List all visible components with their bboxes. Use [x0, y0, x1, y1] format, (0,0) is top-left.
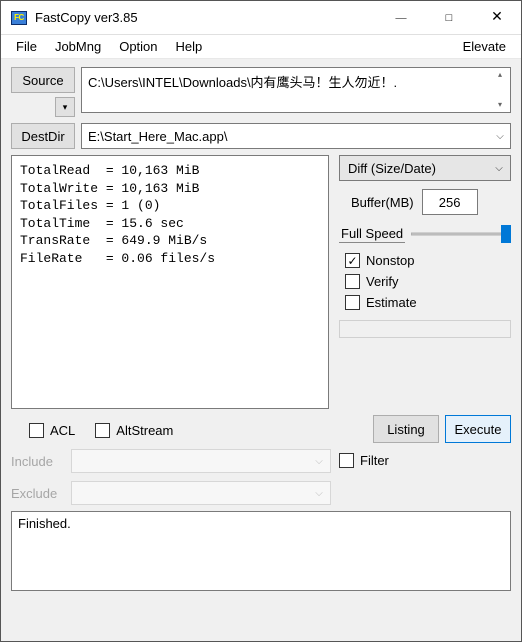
menubar: File JobMng Option Help Elevate: [1, 35, 521, 59]
window: FastCopy ver3.85 — □ ✕ File JobMng Optio…: [0, 0, 522, 642]
filter-checkbox[interactable]: Filter: [339, 453, 511, 468]
menu-option[interactable]: Option: [110, 37, 166, 56]
execute-button[interactable]: Execute: [445, 415, 511, 443]
chevron-down-icon: ⌵: [490, 131, 510, 142]
include-row: Include ⌵: [11, 449, 331, 473]
dest-combo[interactable]: E:\Start_Here_Mac.app\ ⌵: [81, 123, 511, 149]
checks-group: ✓Nonstop Verify Estimate: [339, 253, 511, 310]
speed-row: Full Speed: [339, 223, 511, 245]
filter-section: Include ⌵ Exclude ⌵ Filter: [11, 449, 511, 505]
options-panel: Diff (Size/Date) ⌵ Buffer(MB) 256 Full S…: [339, 155, 511, 409]
chevron-down-icon: ⌵: [308, 456, 330, 467]
mode-value: Diff (Size/Date): [340, 161, 488, 176]
maximize-button[interactable]: □: [425, 1, 473, 35]
mode-combo[interactable]: Diff (Size/Date) ⌵: [339, 155, 511, 181]
speed-label: Full Speed: [339, 225, 405, 243]
close-button[interactable]: ✕: [473, 1, 521, 35]
source-scroll[interactable]: ▴▾: [491, 69, 509, 111]
window-title: FastCopy ver3.85: [35, 10, 377, 25]
buffer-row: Buffer(MB) 256: [339, 189, 511, 215]
verify-checkbox[interactable]: Verify: [345, 274, 511, 289]
dest-row: DestDir E:\Start_Here_Mac.app\ ⌵: [11, 123, 511, 149]
source-row: Source ▾ C:\Users\INTEL\Downloads\内有鹰头马！…: [11, 67, 511, 117]
chevron-down-icon: ⌵: [488, 163, 510, 174]
progress-placeholder: [339, 320, 511, 338]
exclude-combo[interactable]: ⌵: [71, 481, 331, 505]
menu-file[interactable]: File: [7, 37, 46, 56]
menu-jobmng[interactable]: JobMng: [46, 37, 110, 56]
exclude-label: Exclude: [11, 486, 63, 501]
action-section: ACL AltStream Listing Execute: [11, 415, 511, 443]
stats-panel: TotalRead = 10,163 MiB TotalWrite = 10,1…: [11, 155, 329, 409]
menu-help[interactable]: Help: [167, 37, 212, 56]
acl-checkbox[interactable]: ACL: [29, 423, 75, 438]
source-value: C:\Users\INTEL\Downloads\内有鹰头马！生人勿近！.: [88, 75, 397, 90]
listing-button[interactable]: Listing: [373, 415, 439, 443]
dest-button[interactable]: DestDir: [11, 123, 75, 149]
chevron-down-icon: ⌵: [308, 488, 330, 499]
app-icon: [11, 11, 27, 25]
source-input[interactable]: C:\Users\INTEL\Downloads\内有鹰头马！生人勿近！. ▴▾: [81, 67, 511, 113]
menu-elevate[interactable]: Elevate: [454, 37, 515, 56]
buffer-input[interactable]: 256: [422, 189, 478, 215]
nonstop-checkbox[interactable]: ✓Nonstop: [345, 253, 511, 268]
content: Source ▾ C:\Users\INTEL\Downloads\内有鹰头马！…: [1, 59, 521, 641]
source-history-dropdown[interactable]: ▾: [55, 97, 75, 117]
minimize-button[interactable]: —: [377, 1, 425, 35]
log-output[interactable]: Finished.: [11, 511, 511, 591]
speed-slider[interactable]: [411, 223, 511, 245]
altstream-checkbox[interactable]: AltStream: [95, 423, 173, 438]
dest-value: E:\Start_Here_Mac.app\: [82, 129, 490, 144]
buffer-label: Buffer(MB): [351, 195, 414, 210]
include-label: Include: [11, 454, 63, 469]
estimate-checkbox[interactable]: Estimate: [345, 295, 511, 310]
exclude-row: Exclude ⌵: [11, 481, 331, 505]
include-combo[interactable]: ⌵: [71, 449, 331, 473]
extra-checks: ACL AltStream: [11, 415, 331, 438]
source-button[interactable]: Source: [11, 67, 75, 93]
titlebar: FastCopy ver3.85 — □ ✕: [1, 1, 521, 35]
action-buttons: Listing Execute: [339, 415, 511, 443]
mid-section: TotalRead = 10,163 MiB TotalWrite = 10,1…: [11, 155, 511, 409]
